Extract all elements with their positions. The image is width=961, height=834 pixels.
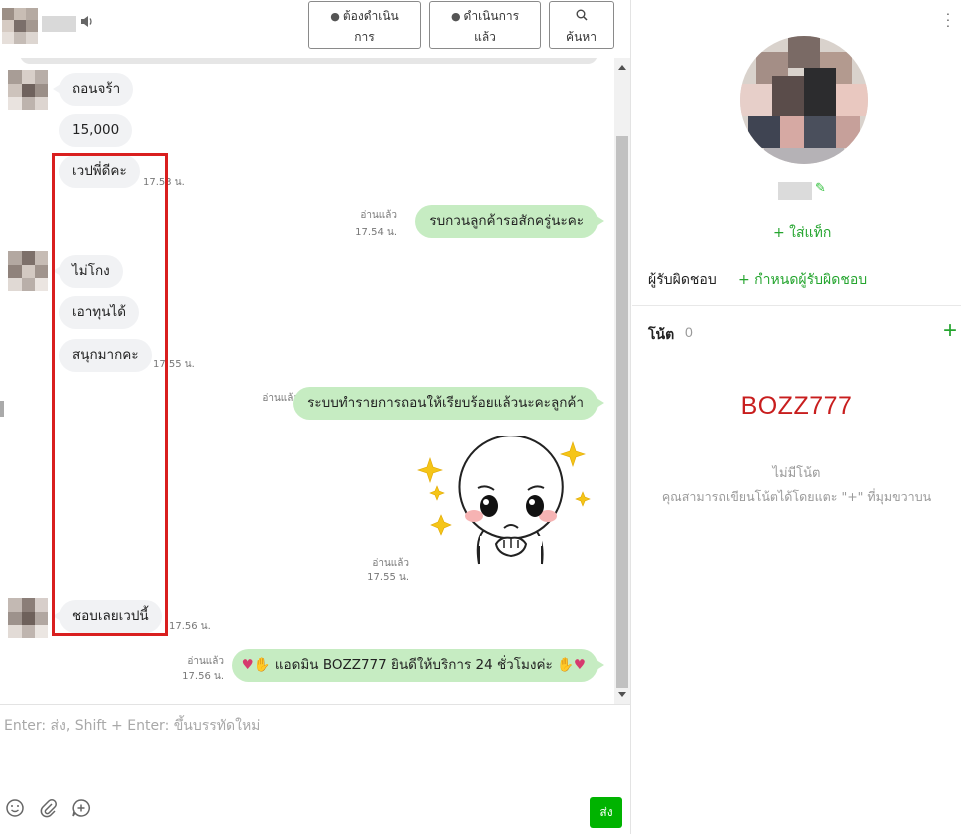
todo-button[interactable]: ● ต้องดำเนิน การ xyxy=(308,1,421,49)
pane-resize-handle[interactable] xyxy=(0,401,4,417)
profile-panel: · · · ✎ + ใส่แท็ก ผู้รับผิดชอบ + กำหนดผู้ร… xyxy=(632,0,961,834)
customer-avatar[interactable] xyxy=(8,598,48,638)
pray-emoji-icon: ✋ xyxy=(253,657,271,673)
message-scrollbar[interactable] xyxy=(614,58,630,704)
empty-notes-description: คุณสามารถเขียนโน้ตได้โดยแตะ "+" ที่มุมขว… xyxy=(661,489,932,504)
chat-check-icon: ● xyxy=(450,10,461,23)
outgoing-message[interactable]: รบกวนลูกค้ารอสักครู่นะคะ xyxy=(415,205,604,238)
add-reply-icon[interactable] xyxy=(71,798,93,820)
add-note-button[interactable]: + xyxy=(943,318,957,344)
outgoing-message[interactable]: ระบบทำรายการถอนให้เรียบร้อยแล้วนะคะลูกค้… xyxy=(293,387,604,420)
chat-bubble-icon: ● xyxy=(330,10,340,23)
highlight-annotation-box xyxy=(52,153,168,636)
todo-label-2: การ xyxy=(354,30,375,44)
search-label: ค้นหา xyxy=(566,29,597,44)
hearts-emoji-icon: ♥ xyxy=(241,657,254,673)
divider xyxy=(632,305,961,306)
profile-name xyxy=(778,182,812,200)
more-options-icon[interactable]: · · · xyxy=(945,6,951,32)
message-composer: ส่ง xyxy=(0,704,630,834)
send-button[interactable]: ส่ง xyxy=(590,797,622,828)
sticker-message[interactable] xyxy=(416,434,596,586)
speaker-icon[interactable] xyxy=(80,15,94,31)
read-receipt: อ่านแล้ว xyxy=(187,656,224,667)
chat-pane: ●ต้องดำเนิน การ ●ดำเนินการ แล้ว ค้นหา xyxy=(0,0,631,834)
scroll-thumb[interactable] xyxy=(616,136,628,688)
contact-name xyxy=(42,16,76,32)
scroll-up-arrow-icon[interactable] xyxy=(618,65,626,70)
add-tag-link[interactable]: + ใส่แท็ก xyxy=(773,222,831,244)
customer-avatar[interactable] xyxy=(8,251,48,291)
outgoing-message[interactable]: ♥✋ แอดมิน BOZZ777 ยินดีให้บริการ 24 ชั่ว… xyxy=(231,649,605,682)
done-button[interactable]: ● ดำเนินการ แล้ว xyxy=(429,1,541,49)
hearts-emoji-icon: ♥ xyxy=(573,657,586,673)
brand-watermark: BOZZ777 xyxy=(740,392,853,420)
contact-avatar[interactable] xyxy=(2,8,38,44)
outgoing-message-text: แอดมิน BOZZ777 ยินดีให้บริการ 24 ชั่วโมง… xyxy=(274,657,553,673)
emoji-icon[interactable] xyxy=(5,798,27,820)
message-list[interactable]: ถอนจร้า 15,000 เวปพี่ดีคะ 17.53 น. อ่านแ… xyxy=(0,58,614,704)
assign-assignee-link[interactable]: + กำหนดผู้รับผิดชอบ xyxy=(738,269,867,291)
notes-title: โน้ต xyxy=(648,327,675,343)
chat-header: ● ต้องดำเนิน การ ● ดำเนินการ แล้ว ค้นหา xyxy=(0,0,631,58)
edit-name-icon[interactable]: ✎ xyxy=(815,180,826,196)
scroll-down-arrow-icon[interactable] xyxy=(618,692,626,697)
profile-avatar[interactable] xyxy=(740,36,868,164)
message-input[interactable] xyxy=(0,711,610,781)
previous-message-edge xyxy=(20,58,598,64)
assignee-label: ผู้รับผิดชอบ xyxy=(648,272,717,288)
todo-label-1: ต้องดำเนิน xyxy=(342,9,399,23)
message-time: 17.56 น. xyxy=(182,671,224,682)
message-time: 17.55 น. xyxy=(367,572,409,583)
read-receipt: อ่านแล้ว xyxy=(372,558,409,569)
incoming-message[interactable]: 15,000 xyxy=(59,114,133,147)
incoming-message[interactable]: ถอนจร้า xyxy=(52,73,134,106)
search-icon xyxy=(576,9,588,24)
empty-notes-title: ไม่มีโน้ต xyxy=(772,466,821,481)
customer-avatar[interactable] xyxy=(8,70,48,110)
read-receipt: อ่านแล้ว xyxy=(360,210,397,221)
done-label-2: แล้ว xyxy=(474,30,496,44)
search-button[interactable]: ค้นหา xyxy=(549,1,614,49)
message-time: 17.56 น. xyxy=(169,621,211,632)
notes-count: 0 xyxy=(685,324,693,340)
done-label-1: ดำเนินการ xyxy=(463,9,520,23)
message-time: 17.54 น. xyxy=(355,227,397,238)
attachment-icon[interactable] xyxy=(39,798,61,820)
pray-emoji-icon: ✋ xyxy=(557,657,574,673)
